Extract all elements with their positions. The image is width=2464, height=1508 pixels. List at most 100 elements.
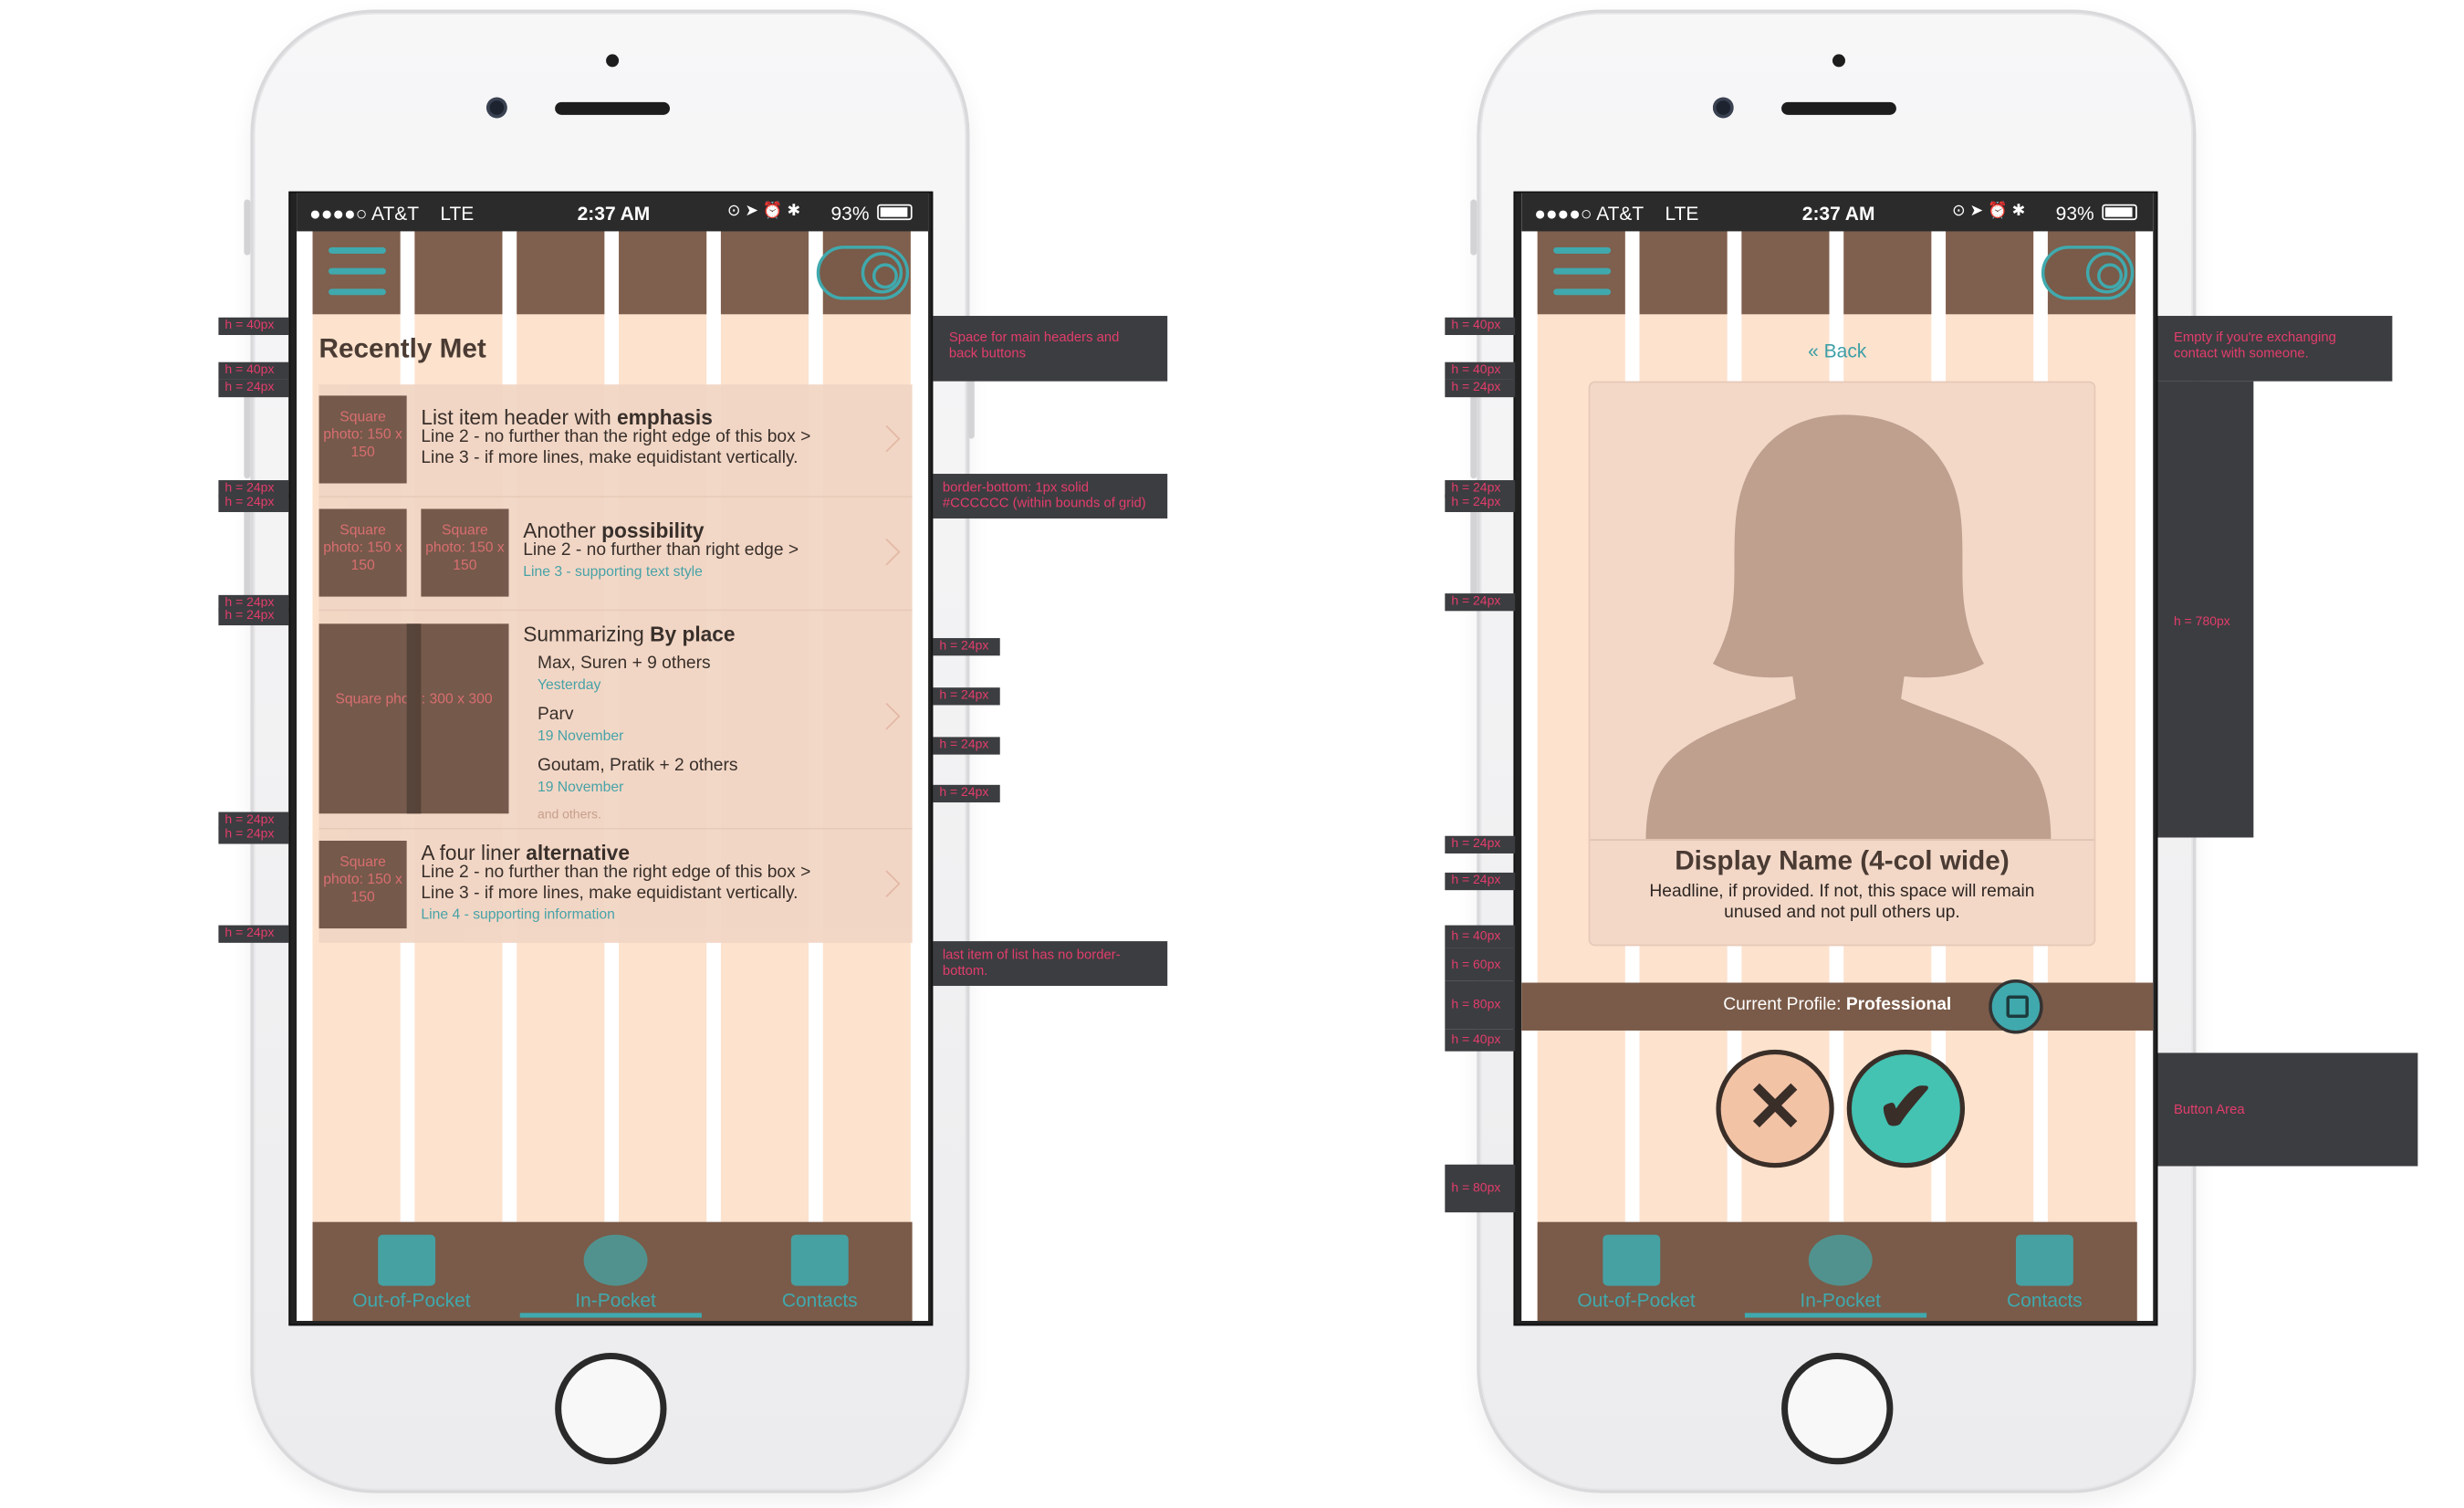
height-annotation: h = 80px [1445,1164,1516,1213]
square-photo-placeholder: Square photo: 150 x 150 [421,508,509,597]
height-annotation: h = 24px [1445,835,1516,853]
tab-out-of-pocket[interactable]: Out-of-Pocket [307,1289,517,1311]
tab-bar: Out-of-Pocket In-Pocket Contacts [297,1222,928,1321]
height-annotation: h = 24px [933,638,1000,656]
screen-right: ●●●●○ AT&T LTE 2:37 AM 93% ⊙ ➤ ⏰ ✱ « Bac… [1513,191,2158,1326]
network-label: LTE [440,202,475,225]
page-title: Recently Met [318,333,486,364]
accept-button[interactable]: ✔ [1846,1049,1966,1168]
display-name: Display Name (4-col wide) [1675,845,2010,876]
item-title: A four liner [421,840,527,865]
network-label: LTE [1665,202,1699,225]
item-line-3: Line 3 - if more lines, make equidistant… [421,884,799,904]
item-line-2: Line 2 - no further than the right edge … [421,863,811,883]
list-item[interactable]: Square photo: 300 x 300 Summarizing By p… [318,611,913,830]
tab-contacts[interactable]: Contacts [1939,1289,2150,1311]
battery-icon [2102,204,2137,221]
status-bar: ●●●●○ AT&T LTE 2:37 AM 93% ⊙ ➤ ⏰ ✱ [1521,193,2154,232]
pocket-rings-icon [1808,1234,1873,1286]
reject-button[interactable]: ✕ [1716,1049,1834,1168]
height-annotation: h = 40px [1445,925,1516,948]
chevron-right-icon [872,424,901,453]
pocket-toggle[interactable] [816,246,910,300]
item-title: Summarizing [523,622,651,646]
item-line-3: Line 3 - supporting text style [523,562,703,580]
place-group-date: 19 November [537,727,624,744]
note-border-bottom: border-bottom: 1px solid #CCCCCC (within… [933,474,1168,518]
square-photo-placeholder: Square photo: 150 x 150 [318,508,407,597]
place-group-date: 19 November [537,778,624,795]
list-item[interactable]: Square photo: 150 x 150 List item header… [318,384,913,498]
pocket-toggle[interactable] [2041,246,2135,300]
item-title-emphasis: alternative [526,840,630,865]
target-icon [2085,252,2128,294]
tab-in-pocket[interactable]: In-Pocket [510,1289,721,1311]
carrier-label: ●●●●○ AT&T [309,202,420,225]
height-annotation: h = 40px [218,361,289,380]
headline-text: Headline, if provided. If not, this spac… [1649,882,2035,923]
item-line-3: Line 3 - if more lines, make equidistant… [421,448,799,468]
book-icon [1603,1234,1661,1286]
screen-left: ●●●●○ AT&T LTE 2:37 AM 93% ⊙ ➤ ⏰ ✱ Recen… [288,191,934,1326]
height-annotation: h = 24px [933,784,1000,803]
edit-profile-button[interactable] [1989,979,2043,1034]
height-annotation-tall: h = 780px [2157,381,2254,838]
active-tab-indicator [1744,1313,1927,1318]
height-annotation: h = 60px [1445,948,1516,981]
home-button[interactable] [1781,1352,1894,1465]
list-item[interactable]: Square photo: 150 x 150 Square photo: 15… [318,497,913,612]
place-group-name: Max, Suren + 9 others [537,654,711,674]
item-title: Another [523,518,602,543]
book-icon [378,1234,436,1286]
item-title-emphasis: emphasis [617,404,713,430]
tab-out-of-pocket[interactable]: Out-of-Pocket [1531,1289,1742,1311]
place-group-name: Goutam, Pratik + 2 others [537,756,738,776]
note-empty-if-exchanging: Empty if you're exchanging contact with … [2157,316,2393,382]
check-icon: ✔ [1876,1068,1936,1147]
height-annotation: h = 24px [218,925,289,943]
note-button-area: Button Area [2157,1052,2418,1167]
speaker-grille [1781,101,1896,115]
height-annotation: h = 40px [1445,1029,1516,1052]
current-profile-bar: Current Profile: Professional [1521,982,2154,1031]
recently-met-screen: ●●●●○ AT&T LTE 2:37 AM 93% ⊙ ➤ ⏰ ✱ Recen… [297,193,929,1322]
camera-icon [1712,97,1734,119]
battery-icon [877,204,913,221]
height-annotation: h = 24px [218,379,289,398]
back-link[interactable]: « Back [1521,340,2153,361]
status-icons: ⊙ ➤ ⏰ ✱ [1952,202,2026,221]
height-annotation: h = 24px [933,687,1000,706]
profile-screen: ●●●●○ AT&T LTE 2:37 AM 93% ⊙ ➤ ⏰ ✱ « Bac… [1521,193,2154,1322]
clock: 2:37 AM [577,202,651,225]
proximity-sensor [606,54,620,68]
height-annotation: h = 24px [1445,593,1516,612]
edit-icon [2006,995,2029,1018]
place-group-date: Yesterday [537,675,601,693]
person-silhouette-icon [1645,414,2052,840]
home-button[interactable] [555,1352,667,1465]
clock: 2:37 AM [1801,202,1875,225]
pocket-rings-icon [583,1234,648,1286]
profile-card: Display Name (4-col wide) Headline, if p… [1588,381,2096,947]
height-annotation: h = 24px [218,607,289,626]
tab-in-pocket[interactable]: In-Pocket [1735,1289,1946,1311]
active-tab-indicator [519,1313,702,1318]
contact-card-icon [2015,1234,2073,1286]
close-icon: ✕ [1745,1068,1805,1147]
battery-percent: 93% [830,202,870,225]
hamburger-menu-icon[interactable] [1553,246,1612,296]
height-annotation: h = 80px [1445,980,1516,1030]
hamburger-menu-icon[interactable] [329,246,386,296]
height-annotation: h = 24px [218,826,289,844]
proximity-sensor [1832,54,1845,68]
profile-value: Professional [1845,995,1952,1015]
item-title-emphasis: By place [650,622,736,646]
height-annotation: h = 40px [218,317,289,335]
tab-contacts[interactable]: Contacts [715,1289,925,1311]
list-item[interactable]: Square photo: 150 x 150 A four liner alt… [318,829,913,943]
chevron-right-icon [872,702,901,730]
target-icon [861,252,903,294]
height-annotation: h = 40px [1445,317,1516,335]
square-photo-placeholder: Square photo: 150 x 150 [318,840,407,929]
place-more: and others. [537,807,601,822]
